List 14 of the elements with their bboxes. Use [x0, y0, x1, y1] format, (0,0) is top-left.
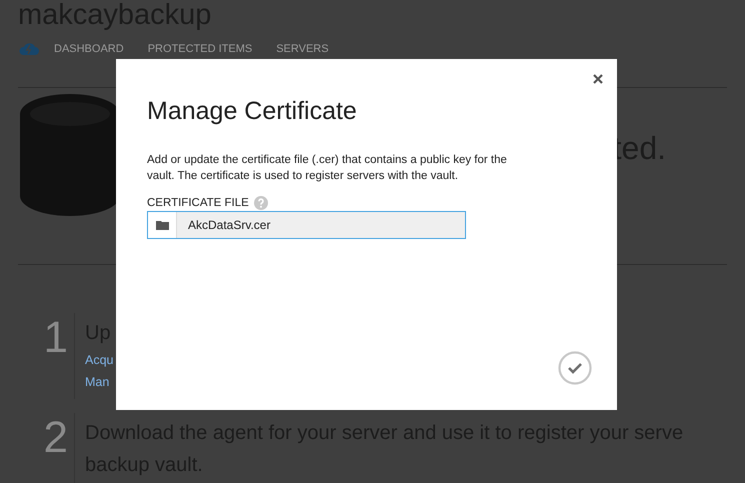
step-number: 1: [42, 313, 69, 364]
checkmark-button[interactable]: [558, 351, 592, 385]
close-icon[interactable]: [593, 74, 603, 84]
nav-tab[interactable]: PROTECTED ITEMS: [148, 42, 252, 56]
dialog-description: Add or update the certificate file (.cer) that contains a public key for the vault. The certificate is used to register servers with the vault.: [147, 153, 508, 184]
step-link[interactable]: Man: [85, 371, 114, 393]
nav-tab[interactable]: SERVERS: [276, 42, 329, 56]
step-link[interactable]: Acqu: [85, 349, 114, 371]
nav-tab[interactable]: DASHBOARD: [54, 42, 124, 56]
field-label: CERTIFICATE FILE: [147, 197, 249, 209]
step-number: 2: [42, 413, 69, 464]
file-field[interactable]: AkcDataSrv.cer: [147, 211, 466, 239]
dialog-title: Manage Certificate: [147, 97, 358, 126]
folder-icon: [156, 220, 168, 230]
